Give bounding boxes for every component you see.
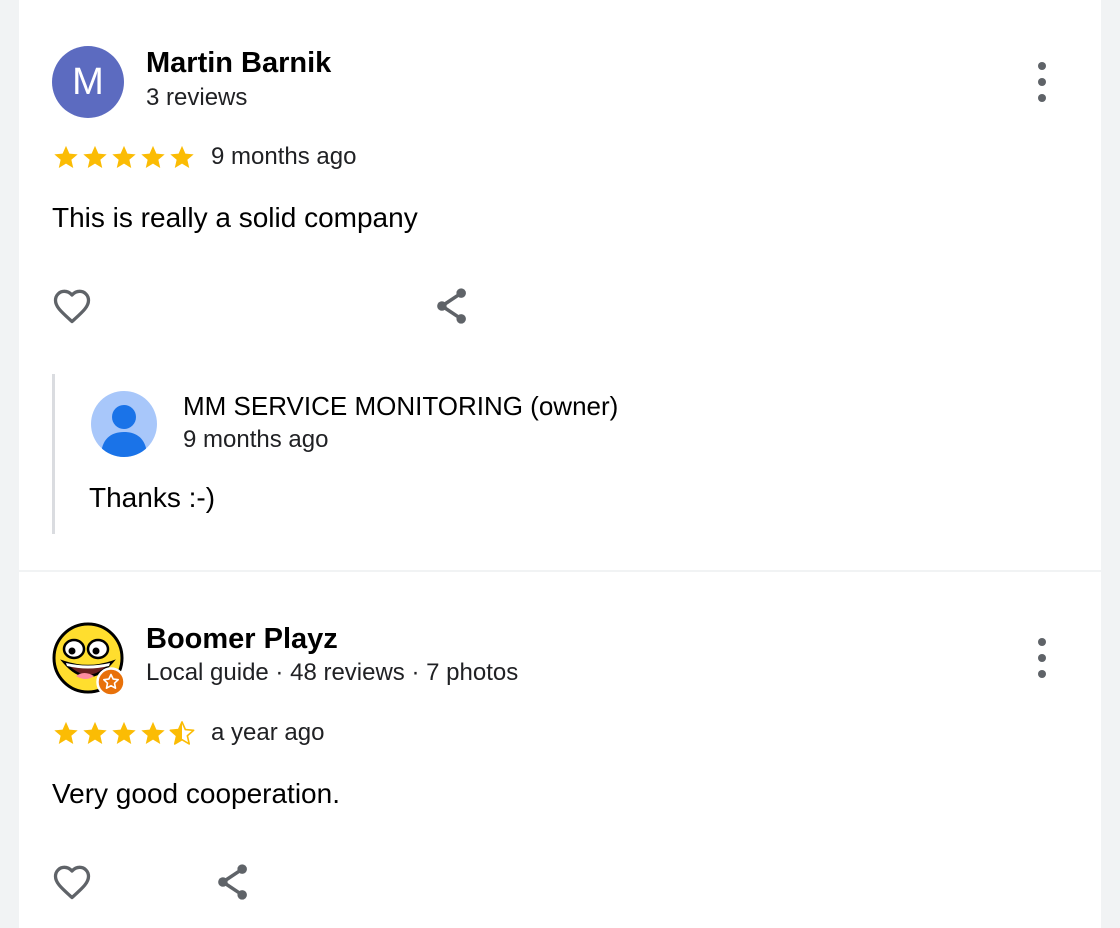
- star-icon: [54, 145, 78, 168]
- like-button[interactable]: [50, 860, 94, 904]
- review-text: Very good cooperation.: [52, 778, 340, 809]
- star-icon: [83, 721, 107, 744]
- star-icon: [141, 145, 165, 168]
- reviewer-avatar[interactable]: M: [52, 46, 124, 118]
- like-button[interactable]: [50, 284, 94, 328]
- share-icon: [437, 288, 466, 324]
- reviewer-name[interactable]: Martin Barnik: [146, 47, 331, 80]
- star-rating: [52, 719, 196, 747]
- star-icon: [112, 721, 136, 744]
- share-icon: [218, 864, 247, 900]
- owner-reply-text: Thanks :-): [89, 482, 216, 513]
- star-icon: [112, 145, 136, 168]
- owner-reply: MM SERVICE MONITORING (owner) 9 months a…: [52, 374, 755, 534]
- review-card: M Martin Barnik 3 reviews 9 months ago T…: [19, 0, 1101, 570]
- star-icon: [83, 145, 107, 168]
- reviewer-meta: 3 reviews: [146, 84, 248, 111]
- owner-name: MM SERVICE MONITORING (owner): [183, 391, 619, 421]
- star-icon: [170, 145, 194, 168]
- reviewer-avatar[interactable]: [52, 622, 126, 697]
- review-card: Boomer Playz Local guide · 48 reviews · …: [19, 572, 1101, 928]
- more-options-icon[interactable]: [1030, 62, 1054, 102]
- star-half-icon: [169, 721, 195, 745]
- star-rating: [52, 143, 196, 171]
- reviewer-name[interactable]: Boomer Playz: [146, 623, 338, 656]
- review-text: This is really a solid company: [52, 202, 418, 233]
- share-button[interactable]: [430, 284, 474, 328]
- review-time: a year ago: [211, 719, 325, 746]
- owner-avatar: [91, 391, 157, 457]
- heart-outline-icon: [53, 865, 91, 900]
- star-icon: [54, 721, 78, 744]
- review-time: 9 months ago: [211, 143, 357, 170]
- owner-reply-time: 9 months ago: [183, 426, 329, 453]
- person-icon: [101, 405, 147, 457]
- heart-outline-icon: [53, 289, 91, 324]
- local-guide-star-badge-icon: [96, 667, 126, 697]
- star-icon: [141, 721, 165, 744]
- share-button[interactable]: [211, 860, 255, 904]
- reviewer-meta: Local guide · 48 reviews · 7 photos: [146, 659, 519, 686]
- more-options-icon[interactable]: [1030, 638, 1054, 678]
